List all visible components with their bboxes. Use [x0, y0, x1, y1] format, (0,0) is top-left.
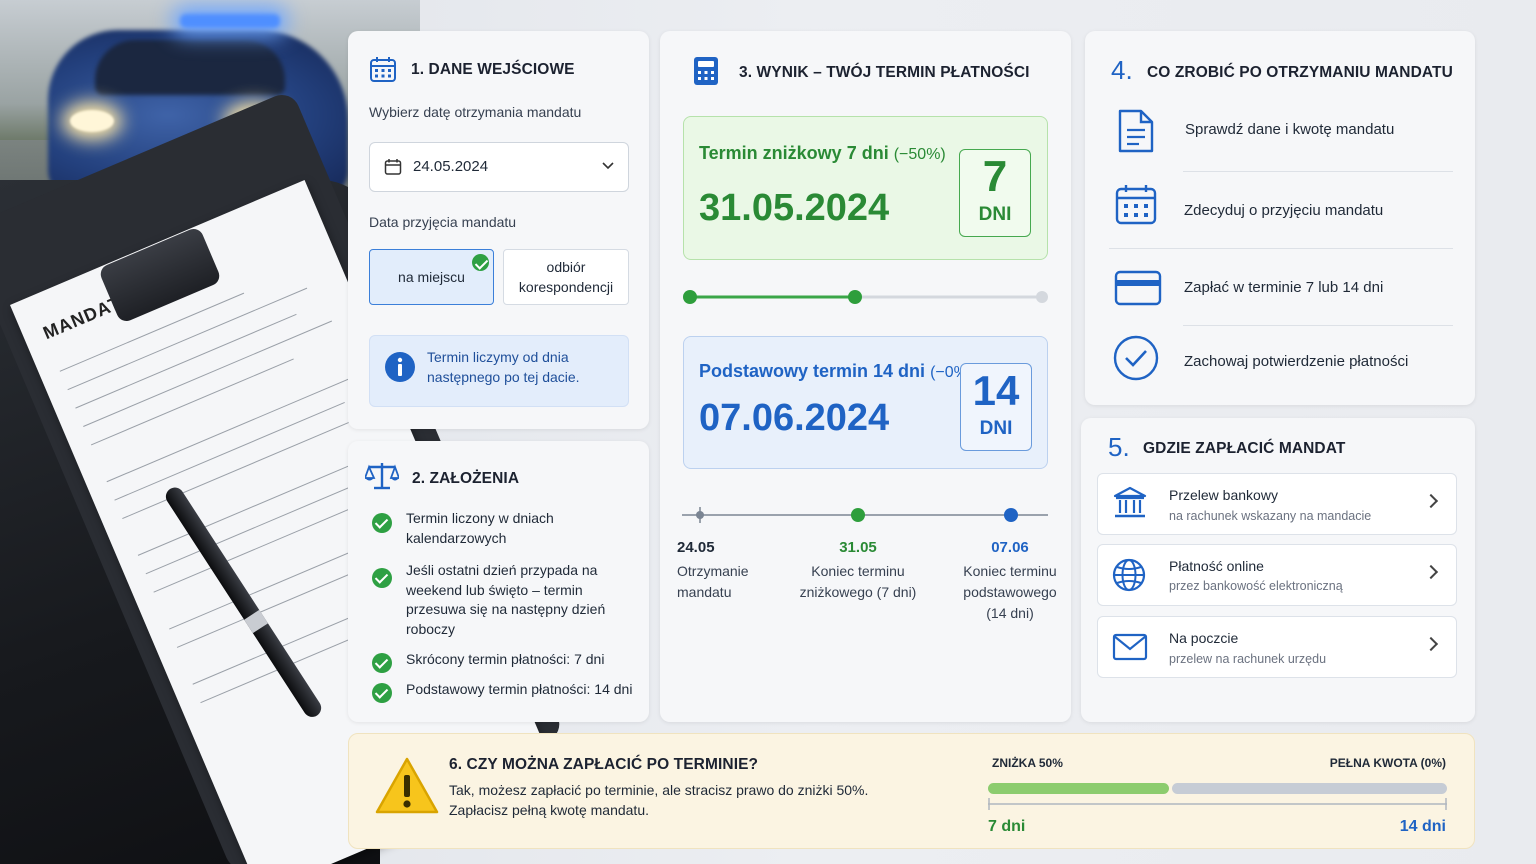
globe-icon — [1112, 558, 1146, 592]
scales-icon — [365, 463, 399, 490]
basic-label: Podstawowy termin 14 dni — [699, 361, 926, 381]
option-onsite-button[interactable]: na miejscu — [369, 249, 494, 305]
chevron-right-icon — [1423, 493, 1439, 509]
discount-date: 31.05.2024 — [699, 187, 890, 229]
late-text-1: Tak, możesz zapłacić po terminie, ale st… — [449, 782, 869, 798]
timeline-text-basic: Koniec terminu podstawowego (14 dni) — [963, 563, 1057, 621]
divider — [1183, 325, 1453, 326]
timeline-date-discount: 31.05 — [839, 539, 877, 556]
timeline-text-discount: Koniec terminu zniżkowego (7 dni) — [799, 563, 917, 600]
discount-result-box: Termin zniżkowy 7 dni (−50%) 31.05.2024 … — [683, 116, 1048, 260]
payment-subtitle: przez bankowość elektroniczną — [1169, 579, 1343, 593]
credit-card-icon — [1114, 270, 1162, 306]
info-icon — [385, 352, 415, 382]
discount-label: Termin zniżkowy 7 dni — [699, 143, 889, 163]
discount-days-badge: 7 DNI — [959, 149, 1031, 237]
assumptions-panel: 2. ZAŁOŻENIA Termin liczony w dniach kal… — [348, 441, 649, 722]
basic-days-unit: DNI — [979, 418, 1013, 439]
info-box: Termin liczymy od dnia następnego po tej… — [369, 335, 629, 407]
result-panel: 3. WYNIK – TWÓJ TERMIN PŁATNOŚCI Termin … — [660, 31, 1071, 722]
chevron-right-icon — [1423, 636, 1439, 652]
check-icon — [372, 568, 392, 588]
payment-option-online[interactable]: Płatność online przez bankowość elektron… — [1097, 544, 1457, 606]
basic-days-badge: 14 DNI — [960, 363, 1032, 451]
payment-title: Płatność online — [1169, 558, 1264, 574]
section6-title: 6. CZY MOŻNA ZAPŁACIĆ PO TERMINIE? — [449, 756, 759, 773]
date-value: 24.05.2024 — [413, 158, 489, 175]
discount-days-unit: DNI — [978, 204, 1012, 225]
assumption-item: Skrócony termin płatności: 7 dni — [406, 651, 605, 667]
section4-title: CO ZROBIĆ PO OTRZYMANIU MANDATU — [1147, 64, 1453, 81]
check-icon — [372, 653, 392, 673]
divider — [1183, 171, 1453, 172]
payment-subtitle: przelew na rachunek urzędu — [1169, 652, 1327, 666]
discount-bar — [988, 783, 1169, 794]
assumption-item: Podstawowy termin płatności: 14 dni — [406, 681, 633, 697]
assumption-item: Termin liczony w dniach kalendarzowych — [406, 510, 554, 546]
chevron-down-icon — [602, 162, 614, 170]
step-text: Sprawdź dane i kwotę mandatu — [1185, 121, 1395, 138]
calculator-icon — [694, 57, 718, 85]
calendar-icon — [1115, 185, 1157, 225]
payment-subtitle: na rachunek wskazany na mandacie — [1169, 509, 1372, 523]
envelope-icon — [1112, 633, 1148, 661]
timeline-text-start: Otrzymanie mandatu — [677, 563, 749, 600]
selected-check-icon — [472, 254, 489, 271]
calendar-icon — [370, 57, 396, 82]
payment-panel: 5. GDZIE ZAPŁACIĆ MANDAT Przelew bankowy… — [1081, 418, 1475, 722]
info-text: Termin liczymy od dnia następnego po tej… — [427, 349, 580, 385]
progress-track — [683, 290, 1048, 304]
payment-title: Na poczcie — [1169, 630, 1239, 646]
bar-right-label: PEŁNA KWOTA (0%) — [1329, 756, 1446, 770]
section2-title: 2. ZAŁOŻENIA — [412, 470, 520, 487]
calendar-small-icon — [384, 159, 402, 175]
discount-pct: (−50%) — [893, 146, 946, 163]
check-circle-icon — [1113, 335, 1159, 381]
late-text-2: Zapłacisz pełną kwotę mandatu. — [449, 802, 649, 818]
timeline-date-basic: 07.06 — [991, 539, 1029, 556]
late-payment-panel: 6. CZY MOŻNA ZAPŁACIĆ PO TERMINIE? Tak, … — [348, 733, 1475, 849]
bar-right-days: 14 dni — [1399, 818, 1446, 835]
payment-title: Przelew bankowy — [1169, 487, 1278, 503]
check-icon — [372, 683, 392, 703]
acceptance-label: Data przyjęcia mandatu — [369, 214, 517, 230]
basic-date: 07.06.2024 — [699, 397, 890, 439]
section3-title: 3. WYNIK – TWÓJ TERMIN PŁATNOŚCI — [739, 64, 1030, 81]
discount-days: 7 — [982, 152, 1008, 201]
divider — [1109, 248, 1453, 249]
timeline-track — [682, 507, 1048, 523]
warning-icon — [375, 757, 439, 814]
input-panel: 1. DANE WEJŚCIOWE Wybierz datę otrzymani… — [348, 31, 649, 429]
option-mail-button[interactable]: odbiór korespondencji — [503, 249, 629, 305]
step-text: Zachowaj potwierdzenie płatności — [1184, 353, 1409, 370]
option-onsite-label: na miejscu — [398, 269, 465, 285]
check-icon — [372, 513, 392, 533]
basic-days: 14 — [972, 367, 1020, 414]
bar-left-label: ZNIŻKA 50% — [992, 756, 1063, 770]
assumption-item: Jeśli ostatni dzień przypada na weekend … — [406, 562, 606, 637]
payment-option-bank[interactable]: Przelew bankowy na rachunek wskazany na … — [1097, 473, 1457, 535]
date-label: Wybierz datę otrzymania mandatu — [369, 104, 582, 120]
section5-number: 5. — [1108, 432, 1130, 462]
payment-option-post[interactable]: Na poczcie przelew na rachunek urzędu — [1097, 616, 1457, 678]
timeline-date-start: 24.05 — [677, 539, 715, 556]
bar-ruler — [988, 798, 1447, 810]
step-text: Zdecyduj o przyjęciu mandatu — [1184, 202, 1384, 219]
step-text: Zapłać w terminie 7 lub 14 dni — [1184, 279, 1384, 296]
option-mail-label: odbiór korespondencji — [518, 259, 614, 295]
bar-left-days: 7 dni — [988, 818, 1026, 835]
basic-result-box: Podstawowy termin 14 dni (−0%) 07.06.202… — [683, 336, 1048, 469]
chevron-right-icon — [1423, 564, 1439, 580]
document-icon — [1118, 109, 1154, 153]
bank-icon — [1113, 486, 1147, 518]
full-amount-bar — [1172, 783, 1447, 794]
section1-title: 1. DANE WEJŚCIOWE — [411, 61, 575, 78]
date-picker[interactable]: 24.05.2024 — [369, 142, 629, 192]
steps-panel: 4. CO ZROBIĆ PO OTRZYMANIU MANDATU Spraw… — [1085, 31, 1475, 405]
section4-number: 4. — [1111, 55, 1133, 85]
section5-title: GDZIE ZAPŁACIĆ MANDAT — [1143, 440, 1346, 457]
